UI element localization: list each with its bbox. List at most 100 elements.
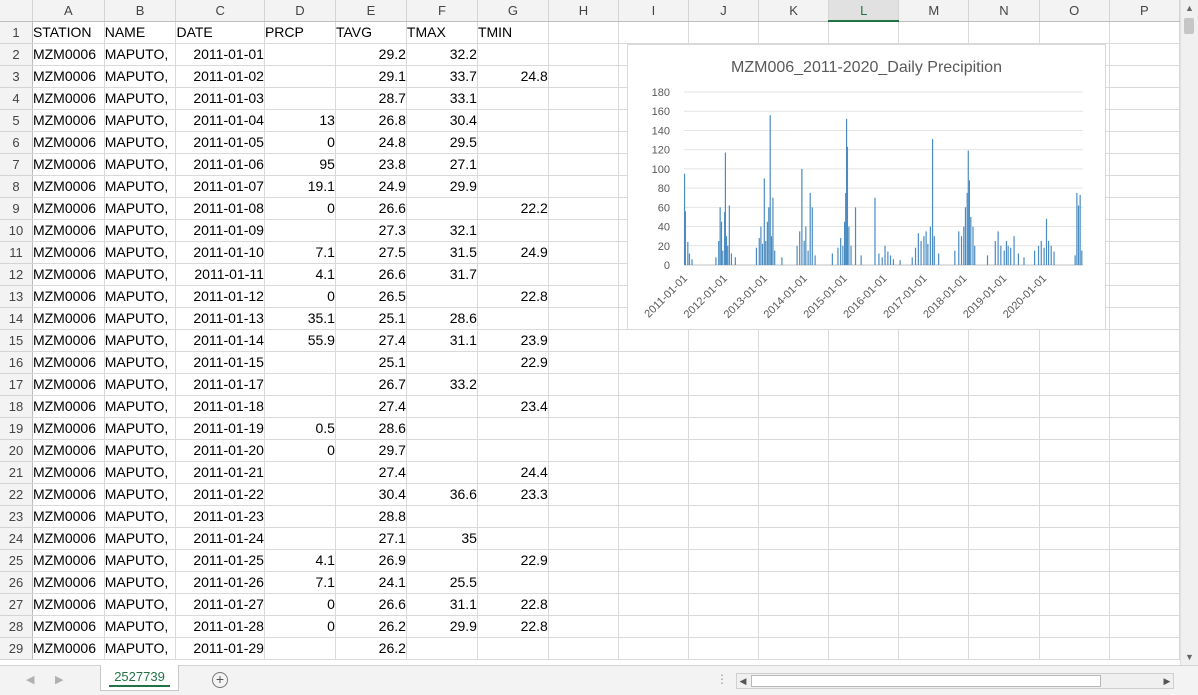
cell[interactable] bbox=[1109, 263, 1180, 286]
cell[interactable]: 29.9 bbox=[406, 175, 478, 198]
cell[interactable]: MAPUTO, bbox=[104, 527, 177, 550]
cell[interactable]: MZM0006 bbox=[32, 131, 105, 154]
cell[interactable]: 31.5 bbox=[406, 241, 478, 264]
cell[interactable] bbox=[477, 439, 549, 462]
cell[interactable] bbox=[758, 527, 830, 550]
cell[interactable]: MZM0006 bbox=[32, 351, 105, 374]
cell[interactable]: 28.6 bbox=[335, 417, 407, 440]
cell[interactable] bbox=[548, 505, 619, 528]
cell[interactable] bbox=[1039, 417, 1110, 440]
cell[interactable]: 27.3 bbox=[335, 219, 407, 242]
cell[interactable] bbox=[968, 549, 1040, 572]
cell[interactable]: 29.1 bbox=[335, 65, 407, 88]
cell[interactable] bbox=[548, 307, 619, 330]
cell[interactable] bbox=[548, 43, 619, 66]
cell[interactable] bbox=[548, 87, 619, 110]
cell[interactable] bbox=[1039, 549, 1110, 572]
row-header[interactable]: 8 bbox=[0, 175, 33, 198]
column-header[interactable]: N bbox=[968, 0, 1040, 22]
cell[interactable] bbox=[898, 461, 970, 484]
cell[interactable]: PRCP bbox=[264, 21, 336, 44]
next-sheet-icon[interactable]: ▶ bbox=[55, 673, 63, 686]
cell[interactable] bbox=[758, 373, 830, 396]
cell[interactable] bbox=[477, 263, 549, 286]
cell[interactable]: 24.1 bbox=[335, 571, 407, 594]
cell[interactable]: MAPUTO, bbox=[104, 483, 177, 506]
column-header[interactable]: O bbox=[1039, 0, 1110, 22]
cell[interactable]: MZM0006 bbox=[32, 373, 105, 396]
cell[interactable]: MAPUTO, bbox=[104, 505, 177, 528]
cell[interactable] bbox=[477, 43, 549, 66]
cell[interactable]: 2011-01-18 bbox=[175, 395, 265, 418]
cell[interactable] bbox=[1109, 197, 1180, 220]
cell[interactable] bbox=[406, 395, 478, 418]
cell[interactable]: 26.6 bbox=[335, 263, 407, 286]
cell[interactable]: MZM0006 bbox=[32, 43, 105, 66]
cell[interactable]: 28.8 bbox=[335, 505, 407, 528]
row-header[interactable]: 9 bbox=[0, 197, 33, 220]
cell[interactable] bbox=[548, 417, 619, 440]
cell[interactable]: MAPUTO, bbox=[104, 351, 177, 374]
scroll-down-icon[interactable]: ▼ bbox=[1181, 649, 1198, 665]
cell[interactable]: MAPUTO, bbox=[104, 87, 177, 110]
cell[interactable] bbox=[264, 65, 336, 88]
column-header[interactable]: B bbox=[104, 0, 177, 22]
cell[interactable] bbox=[1039, 439, 1110, 462]
cell[interactable]: MZM0006 bbox=[32, 461, 105, 484]
cell[interactable] bbox=[828, 439, 900, 462]
cell[interactable]: TMIN bbox=[477, 21, 549, 44]
cell[interactable]: MAPUTO, bbox=[104, 241, 177, 264]
cell[interactable]: 2011-01-08 bbox=[175, 197, 265, 220]
cell[interactable]: 29.2 bbox=[335, 43, 407, 66]
cell[interactable] bbox=[1109, 307, 1180, 330]
cell[interactable] bbox=[406, 285, 478, 308]
cell[interactable] bbox=[898, 615, 970, 638]
cell[interactable] bbox=[548, 65, 619, 88]
cell[interactable] bbox=[1109, 527, 1180, 550]
cell[interactable]: 2011-01-21 bbox=[175, 461, 265, 484]
cell[interactable] bbox=[406, 351, 478, 374]
cell[interactable]: 23.8 bbox=[335, 153, 407, 176]
cell[interactable] bbox=[548, 637, 619, 660]
cell[interactable] bbox=[898, 395, 970, 418]
cell[interactable] bbox=[618, 549, 689, 572]
splitter-handle-icon[interactable]: ⋮ bbox=[716, 672, 728, 686]
cell[interactable] bbox=[968, 483, 1040, 506]
cell[interactable]: MZM0006 bbox=[32, 87, 105, 110]
cell[interactable] bbox=[548, 615, 619, 638]
cell[interactable] bbox=[1039, 395, 1110, 418]
cell[interactable] bbox=[758, 637, 830, 660]
cell[interactable]: MAPUTO, bbox=[104, 417, 177, 440]
cell[interactable] bbox=[1109, 461, 1180, 484]
cell[interactable]: MZM0006 bbox=[32, 153, 105, 176]
cell[interactable] bbox=[548, 571, 619, 594]
cell[interactable] bbox=[898, 373, 970, 396]
cell[interactable] bbox=[1109, 285, 1180, 308]
cell[interactable]: 31.7 bbox=[406, 263, 478, 286]
horizontal-scroll-thumb[interactable] bbox=[751, 675, 1101, 687]
cell[interactable]: 2011-01-04 bbox=[175, 109, 265, 132]
cell[interactable] bbox=[1109, 417, 1180, 440]
cell[interactable] bbox=[477, 219, 549, 242]
cell[interactable] bbox=[477, 153, 549, 176]
cell[interactable]: 2011-01-03 bbox=[175, 87, 265, 110]
cell[interactable] bbox=[828, 483, 900, 506]
cell[interactable] bbox=[898, 439, 970, 462]
cell[interactable] bbox=[1109, 505, 1180, 528]
cell[interactable] bbox=[898, 593, 970, 616]
cell[interactable] bbox=[264, 505, 336, 528]
cell[interactable] bbox=[548, 219, 619, 242]
cell[interactable]: 0 bbox=[264, 439, 336, 462]
cell[interactable]: 26.5 bbox=[335, 285, 407, 308]
cell[interactable]: MZM0006 bbox=[32, 483, 105, 506]
cell[interactable] bbox=[1109, 153, 1180, 176]
cell[interactable] bbox=[548, 549, 619, 572]
cell[interactable]: 26.6 bbox=[335, 593, 407, 616]
cell[interactable]: 4.1 bbox=[264, 549, 336, 572]
cell[interactable] bbox=[477, 571, 549, 594]
cell[interactable] bbox=[548, 197, 619, 220]
cell[interactable]: 19.1 bbox=[264, 175, 336, 198]
cell[interactable] bbox=[828, 527, 900, 550]
cell[interactable] bbox=[618, 571, 689, 594]
cell[interactable] bbox=[1039, 21, 1110, 44]
